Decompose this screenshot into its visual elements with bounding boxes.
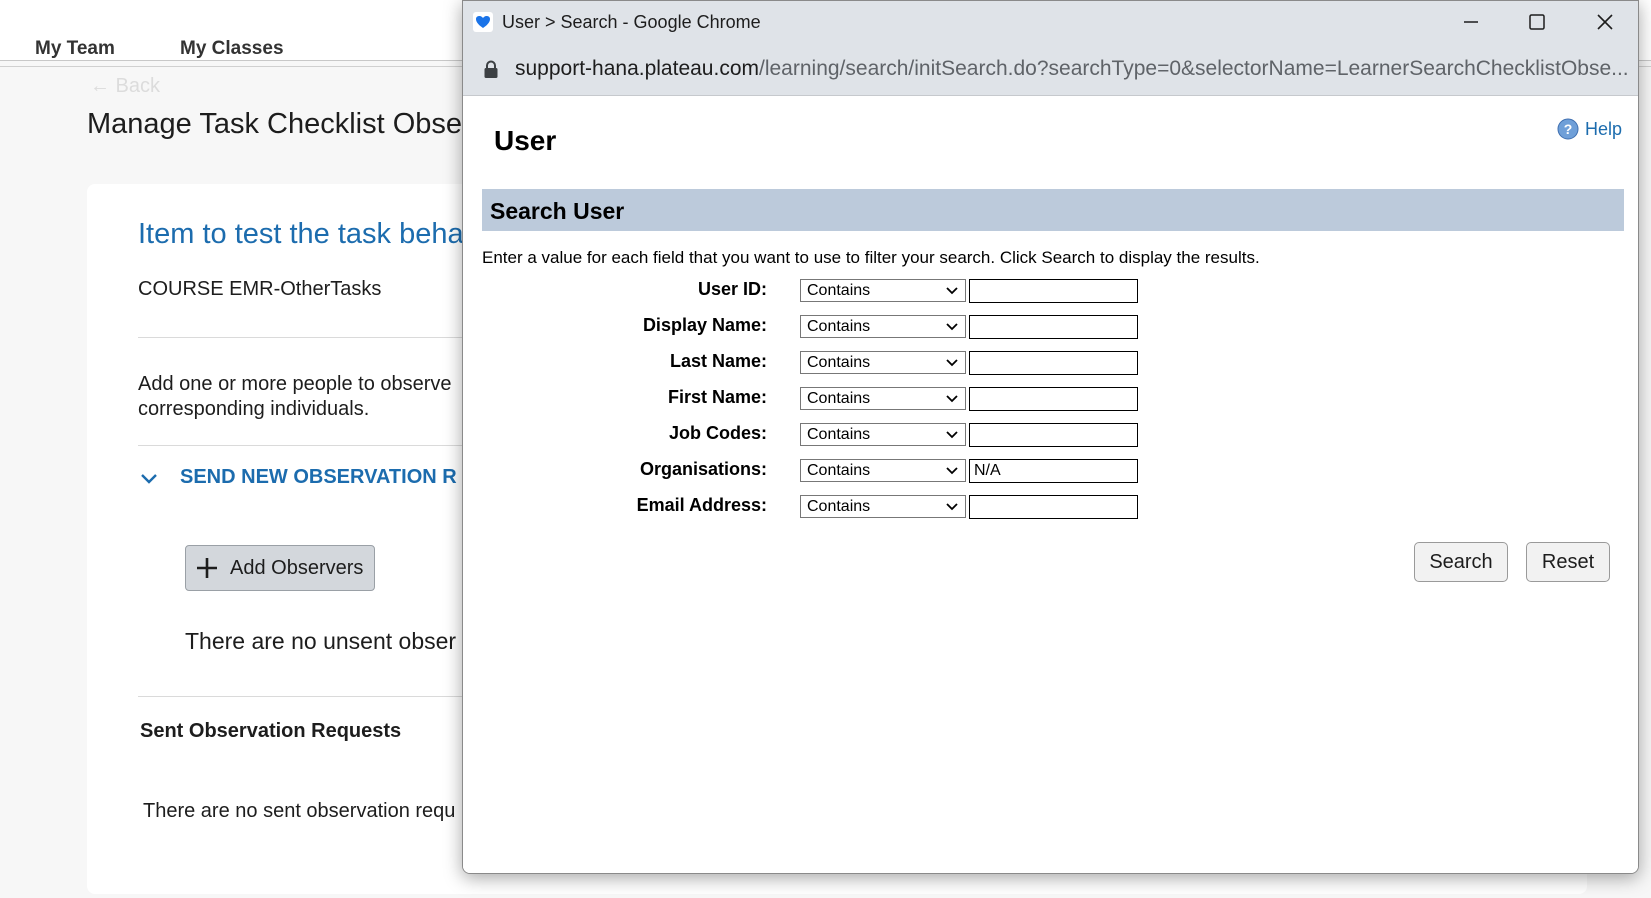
- nav-tab-my-classes[interactable]: My Classes: [180, 38, 284, 60]
- sent-requests-message: There are no sent observation requ: [143, 800, 456, 822]
- back-link[interactable]: ← Back: [90, 75, 160, 98]
- field-label: Job Codes:: [668, 423, 767, 443]
- field-label: Last Name:: [669, 351, 767, 371]
- display-name-input[interactable]: [969, 315, 1138, 339]
- field-label: Email Address:: [636, 495, 767, 515]
- user-search-popup-window: User > Search - Google Chrome support-ha…: [462, 0, 1639, 874]
- field-label: Display Name:: [642, 315, 767, 335]
- job-codes-input[interactable]: [969, 423, 1138, 447]
- instructions-text: Enter a value for each field that you wa…: [482, 248, 1260, 267]
- course-label: COURSE EMR-OtherTasks: [138, 278, 382, 300]
- popup-content: User ? Help Search User Enter a value fo…: [463, 96, 1638, 873]
- maximize-icon[interactable]: [1524, 9, 1550, 35]
- sent-requests-title: Sent Observation Requests: [140, 720, 402, 742]
- url-text[interactable]: support-hana.plateau.com/learning/search…: [515, 57, 1629, 81]
- help-link[interactable]: ? Help: [1557, 118, 1622, 140]
- svg-text:?: ?: [1564, 121, 1573, 137]
- chevron-down-icon: [946, 467, 958, 475]
- unsent-message: There are no unsent obser: [185, 628, 457, 654]
- description-line-1: Add one or more people to observe: [138, 373, 452, 395]
- send-new-observation-section-toggle[interactable]: SEND NEW OBSERVATION R: [138, 466, 457, 489]
- chevron-down-icon: [946, 503, 958, 511]
- item-title: Item to test the task beha: [138, 218, 464, 250]
- page-title: Manage Task Checklist Obse: [87, 108, 463, 140]
- minimize-icon[interactable]: [1458, 9, 1484, 35]
- chevron-down-icon: [946, 287, 958, 295]
- heart-shield-icon: [473, 12, 493, 32]
- field-label: First Name:: [667, 387, 767, 407]
- url-host: support-hana.plateau.com: [515, 57, 759, 80]
- section-title: SEND NEW OBSERVATION R: [180, 466, 457, 488]
- user-id-operator-select[interactable]: Contains: [800, 279, 966, 302]
- add-observers-button[interactable]: Add Observers: [185, 545, 375, 591]
- window-title: User > Search - Google Chrome: [502, 12, 761, 32]
- close-icon[interactable]: [1592, 9, 1618, 35]
- search-button[interactable]: Search: [1414, 542, 1508, 582]
- divider: [138, 445, 498, 446]
- url-path: /learning/search/initSearch.do?searchTyp…: [759, 57, 1629, 80]
- field-label: Organisations:: [639, 459, 767, 479]
- help-label: Help: [1584, 118, 1622, 139]
- chevron-down-icon: [946, 431, 958, 439]
- section-title: Search User: [490, 198, 625, 224]
- divider: [138, 696, 498, 697]
- description-line-2: corresponding individuals.: [138, 398, 370, 420]
- first-name-input[interactable]: [969, 387, 1138, 411]
- plus-icon: [197, 558, 217, 578]
- add-observers-label: Add Observers: [230, 556, 364, 579]
- organisations-input[interactable]: N/A: [969, 459, 1138, 483]
- search-user-section-bar: Search User: [482, 189, 1624, 231]
- chevron-down-icon: [141, 473, 157, 484]
- chevron-down-icon: [946, 359, 958, 367]
- display-name-operator-select[interactable]: Contains: [800, 315, 966, 338]
- dialog-heading: User: [494, 125, 557, 156]
- address-bar[interactable]: support-hana.plateau.com/learning/search…: [463, 43, 1638, 96]
- email-address-input[interactable]: [969, 495, 1138, 519]
- email-address-operator-select[interactable]: Contains: [800, 495, 966, 518]
- reset-button[interactable]: Reset: [1526, 542, 1610, 582]
- last-name-operator-select[interactable]: Contains: [800, 351, 966, 374]
- first-name-operator-select[interactable]: Contains: [800, 387, 966, 410]
- organisations-operator-select[interactable]: Contains: [800, 459, 966, 482]
- divider: [138, 337, 498, 338]
- help-icon: ?: [1557, 118, 1579, 140]
- chevron-down-icon: [946, 323, 958, 331]
- user-id-input[interactable]: [969, 279, 1138, 303]
- chevron-down-icon: [946, 395, 958, 403]
- last-name-input[interactable]: [969, 351, 1138, 375]
- job-codes-operator-select[interactable]: Contains: [800, 423, 966, 446]
- field-label: User ID:: [697, 279, 767, 299]
- window-title-bar[interactable]: User > Search - Google Chrome: [463, 1, 1638, 43]
- nav-tab-my-team[interactable]: My Team: [35, 38, 115, 60]
- lock-icon: [484, 60, 498, 78]
- observer-description: Add one or more people to observe corres…: [138, 372, 452, 422]
